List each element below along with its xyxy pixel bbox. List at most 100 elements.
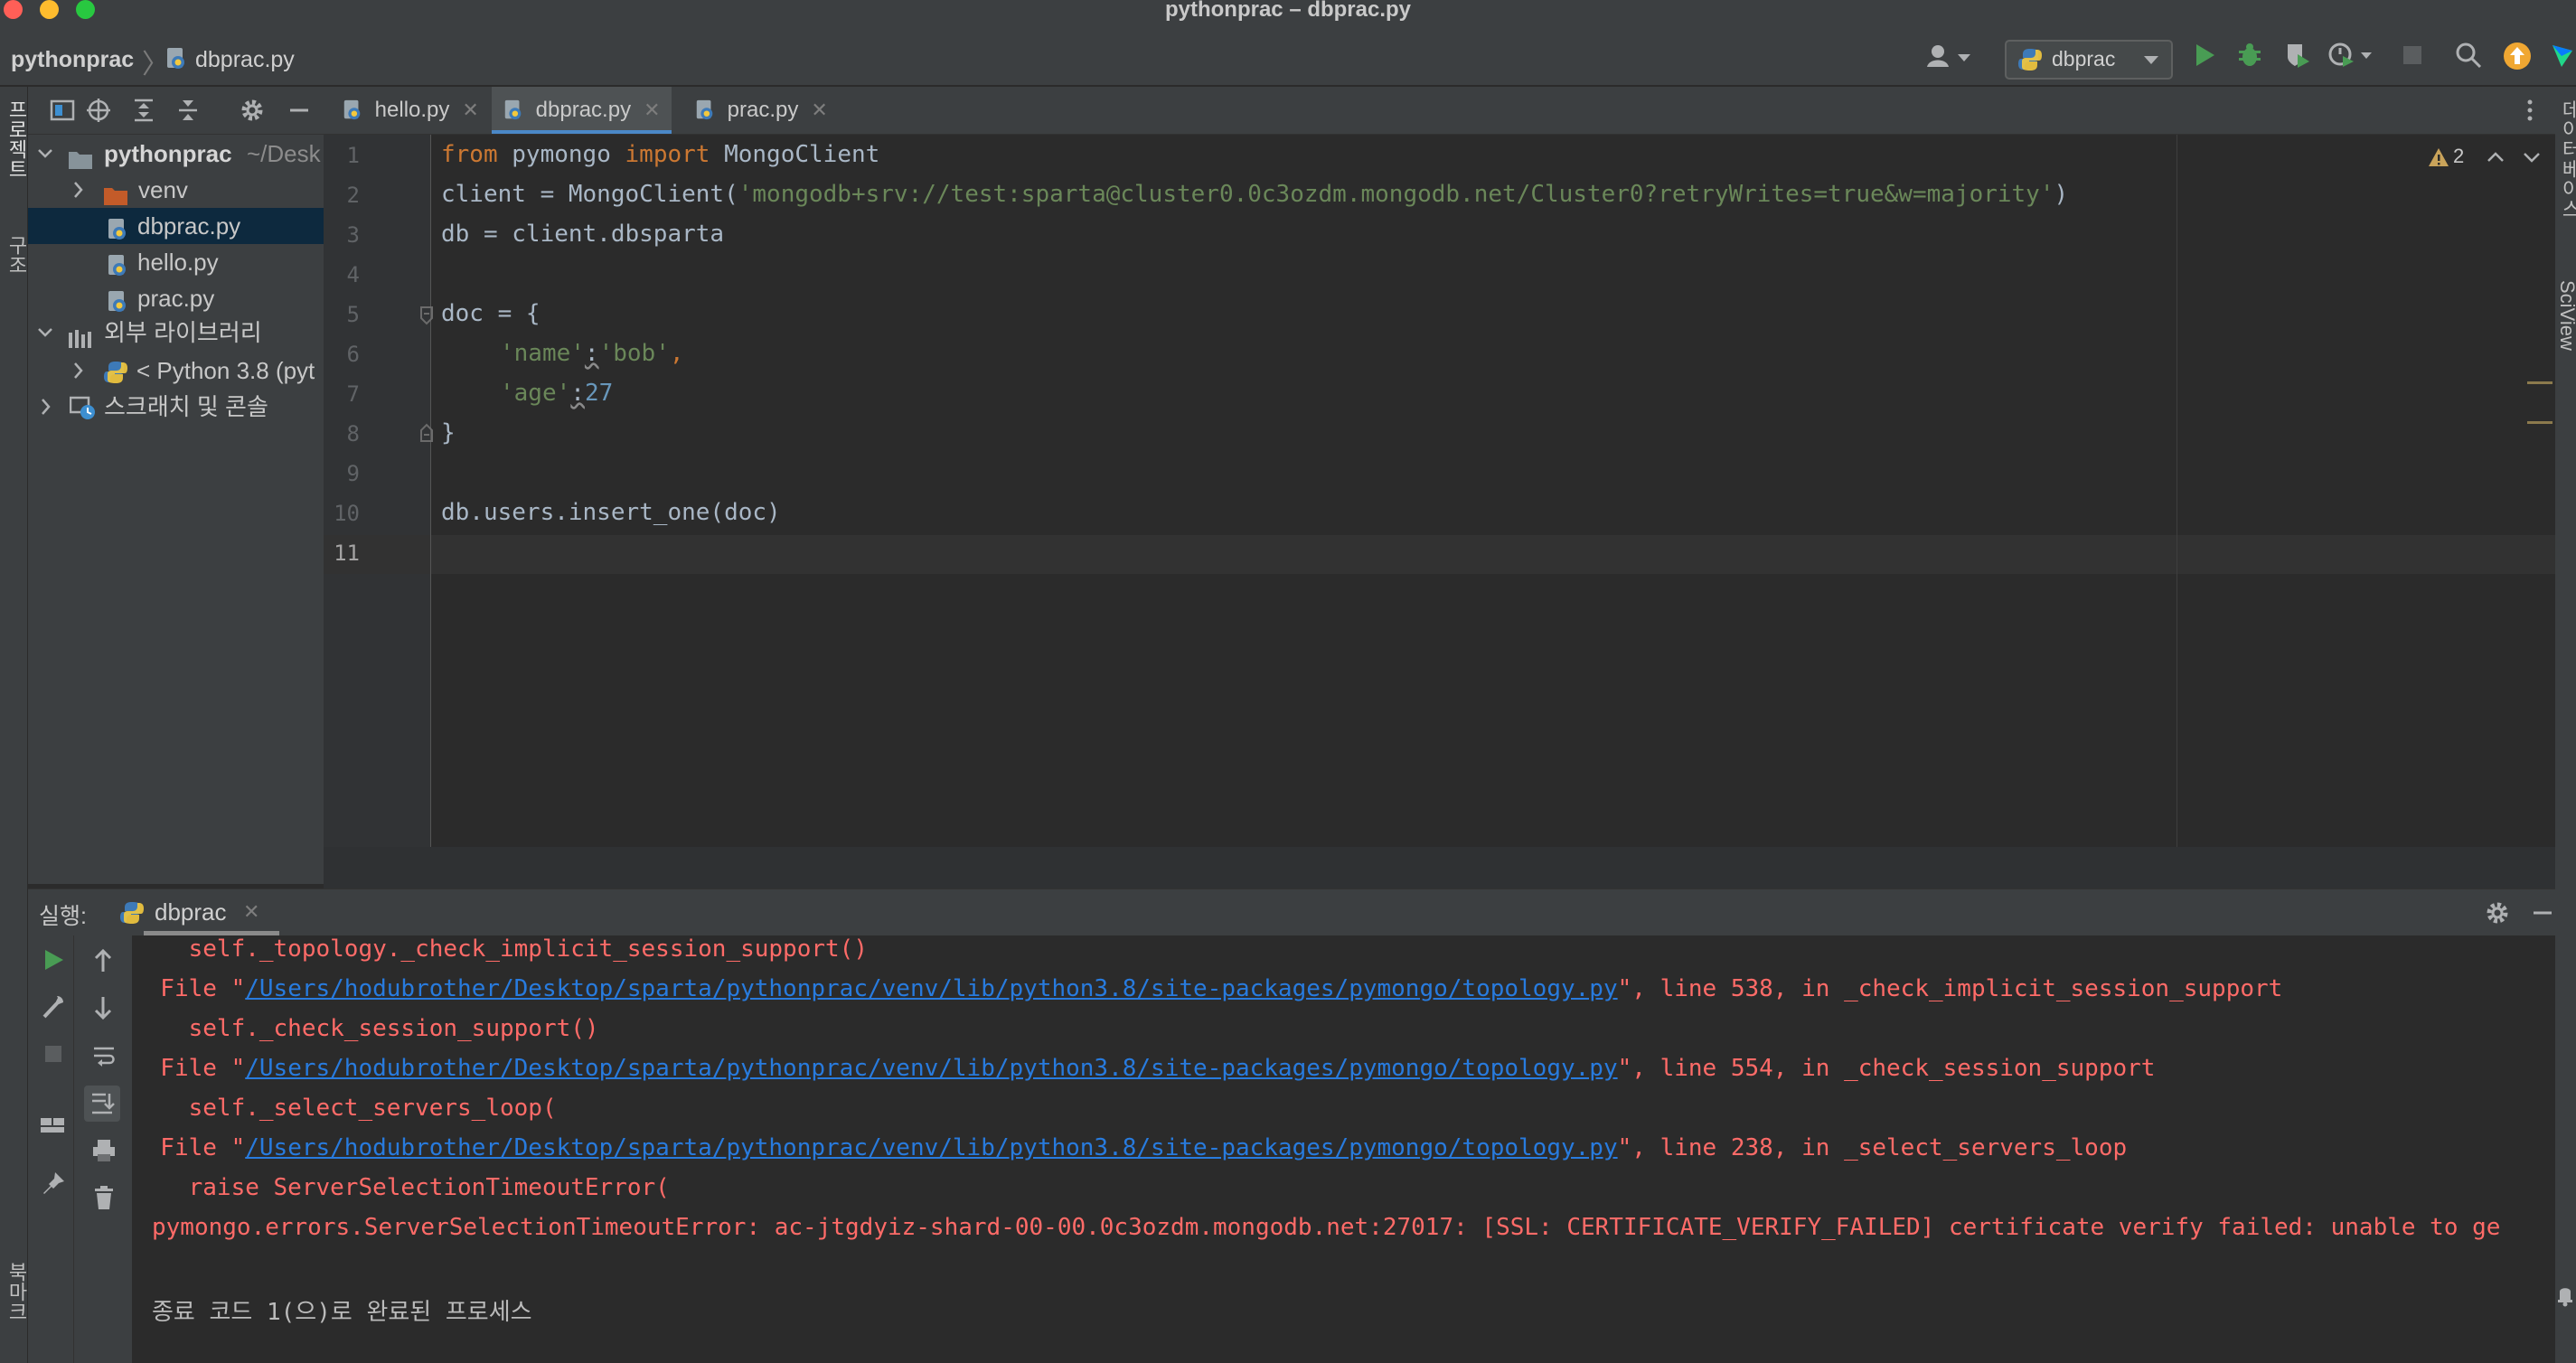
code-token: :: [584, 340, 599, 367]
line-number: 7: [346, 381, 360, 407]
update-icon[interactable]: [2503, 42, 2532, 75]
code-line-5: doc = {: [441, 300, 541, 327]
run-toolbar-divider: [73, 935, 74, 1363]
arrow-up-icon[interactable]: [91, 948, 115, 978]
bookmarks-tool-window-button[interactable]: 북마크: [2, 1262, 31, 1321]
close-icon[interactable]: ✕: [462, 99, 478, 121]
tree-item-dbprac[interactable]: dbprac.py: [28, 208, 324, 244]
python-file-icon: [165, 47, 188, 75]
hide-panel-icon[interactable]: [2530, 900, 2555, 930]
warning-count[interactable]: 2: [2453, 145, 2464, 168]
chevron-down-icon[interactable]: [35, 315, 55, 351]
hide-panel-icon[interactable]: [287, 98, 312, 127]
plugin-logo-icon[interactable]: [2549, 42, 2576, 73]
tree-item-python-sdk[interactable]: < Python 3.8 (pyt: [28, 352, 324, 389]
next-highlight-icon[interactable]: [2522, 148, 2542, 171]
tree-item-project-root[interactable]: pythonprac ~/Desk: [28, 136, 324, 172]
database-tool-window-button[interactable]: 데이터베이스: [2555, 99, 2576, 219]
project-tool-window-button[interactable]: 프로젝트: [2, 99, 31, 179]
tree-item-scratches[interactable]: 스크래치 및 콘솔: [28, 389, 324, 425]
code-line-1: from pymongo import MongoClient: [441, 141, 879, 168]
code-editor[interactable]: [431, 135, 2555, 847]
tree-item-label: 스크래치 및 콘솔: [104, 393, 268, 420]
print-icon[interactable]: [91, 1138, 117, 1168]
wrench-icon[interactable]: [41, 993, 66, 1025]
python-icon: [2017, 47, 2043, 77]
run-configuration-selector[interactable]: dbprac: [2005, 40, 2173, 80]
fold-marker-icon[interactable]: [419, 423, 434, 447]
expand-all-icon[interactable]: [131, 98, 156, 127]
tree-item-label: venv: [138, 176, 188, 203]
select-opened-file-icon[interactable]: [50, 98, 75, 127]
file-link[interactable]: /Users/hodubrother/Desktop/sparta/python…: [245, 975, 1617, 1002]
code-token: from: [441, 141, 498, 168]
line-number: 1: [346, 143, 360, 168]
line-number: 4: [346, 262, 360, 287]
tree-item-venv[interactable]: venv: [28, 172, 324, 208]
python-file-icon: [694, 99, 716, 127]
console-text: File ": [132, 1055, 246, 1082]
breadcrumb-project[interactable]: pythonprac: [11, 47, 134, 73]
scrollbar-warning-marker[interactable]: [2527, 381, 2552, 384]
close-icon[interactable]: ✕: [811, 99, 827, 121]
debug-icon[interactable]: [2237, 42, 2262, 73]
gear-icon[interactable]: [2485, 900, 2510, 930]
stop-icon[interactable]: [2401, 42, 2424, 73]
tab-prac[interactable]: prac.py ✕: [694, 87, 828, 134]
tab-dbprac[interactable]: dbprac.py ✕: [492, 87, 672, 134]
collapse-all-icon[interactable]: [175, 98, 201, 127]
more-tabs-icon[interactable]: [2525, 98, 2534, 127]
chevron-down-icon[interactable]: [35, 136, 55, 172]
chevron-right-icon[interactable]: [35, 389, 55, 425]
rerun-icon[interactable]: [41, 946, 66, 978]
file-link[interactable]: /Users/hodubrother/Desktop/sparta/python…: [245, 1134, 1617, 1161]
run-console-output[interactable]: self._topology._check_implicit_session_s…: [132, 935, 2555, 1363]
coverage-icon[interactable]: [2284, 42, 2311, 73]
trash-icon[interactable]: [91, 1185, 117, 1215]
previous-highlight-icon[interactable]: [2486, 148, 2505, 171]
console-line: self._select_servers_loop(: [132, 1095, 557, 1122]
warning-icon[interactable]: [2428, 146, 2449, 173]
code-token: 'mongodb+srv://test:sparta@cluster0.0c3o…: [738, 181, 2054, 208]
project-toolbar: [28, 87, 324, 135]
line-number: 8: [346, 421, 360, 446]
chevron-right-icon[interactable]: [68, 172, 88, 208]
search-icon[interactable]: [2455, 42, 2482, 73]
layout-icon[interactable]: [39, 1113, 66, 1144]
stop-icon[interactable]: [41, 1040, 66, 1072]
tab-hello[interactable]: hello.py ✕: [342, 87, 479, 134]
arrow-down-icon[interactable]: [91, 995, 115, 1025]
code-token: 'name': [500, 340, 585, 367]
tree-item-prac[interactable]: prac.py: [28, 280, 324, 316]
code-token: ,: [669, 340, 684, 367]
gutter-divider: [430, 135, 431, 847]
structure-tool-window-button[interactable]: 구조: [2, 235, 31, 275]
soft-wrap-icon[interactable]: [91, 1044, 117, 1074]
scroll-to-end-button[interactable]: [84, 1086, 120, 1122]
file-link[interactable]: /Users/hodubrother/Desktop/sparta/python…: [245, 1055, 1617, 1082]
chevron-right-icon[interactable]: [68, 352, 88, 389]
profile-icon[interactable]: [2328, 42, 2374, 73]
tree-item-label: prac.py: [137, 285, 215, 312]
run-tab-dbprac[interactable]: dbprac: [155, 898, 227, 926]
user-account-icon[interactable]: [1925, 43, 1976, 75]
run-icon[interactable]: [2194, 42, 2217, 73]
sciview-tool-window-button[interactable]: SciView: [2555, 280, 2576, 351]
editor-bottom-spacer: [324, 847, 2576, 888]
locate-icon[interactable]: [86, 98, 111, 127]
breadcrumb-file[interactable]: dbprac.py: [195, 47, 295, 73]
code-line-3: db = client.dbsparta: [441, 221, 725, 248]
notifications-icon[interactable]: [2556, 1282, 2574, 1311]
tree-item-external-libraries[interactable]: 외부 라이브러리: [28, 315, 324, 351]
code-token: ): [2054, 181, 2069, 208]
fold-marker-icon[interactable]: [419, 306, 434, 330]
close-icon[interactable]: ✕: [243, 900, 259, 924]
tree-item-hello[interactable]: hello.py: [28, 244, 324, 280]
pin-icon[interactable]: [41, 1170, 66, 1202]
close-icon[interactable]: ✕: [644, 99, 660, 121]
gear-icon[interactable]: [240, 98, 265, 127]
console-line: raise ServerSelectionTimeoutError(: [132, 1174, 670, 1201]
current-line-highlight: [324, 535, 2555, 574]
code-line-8: }: [441, 419, 456, 446]
scrollbar-warning-marker[interactable]: [2527, 421, 2552, 424]
